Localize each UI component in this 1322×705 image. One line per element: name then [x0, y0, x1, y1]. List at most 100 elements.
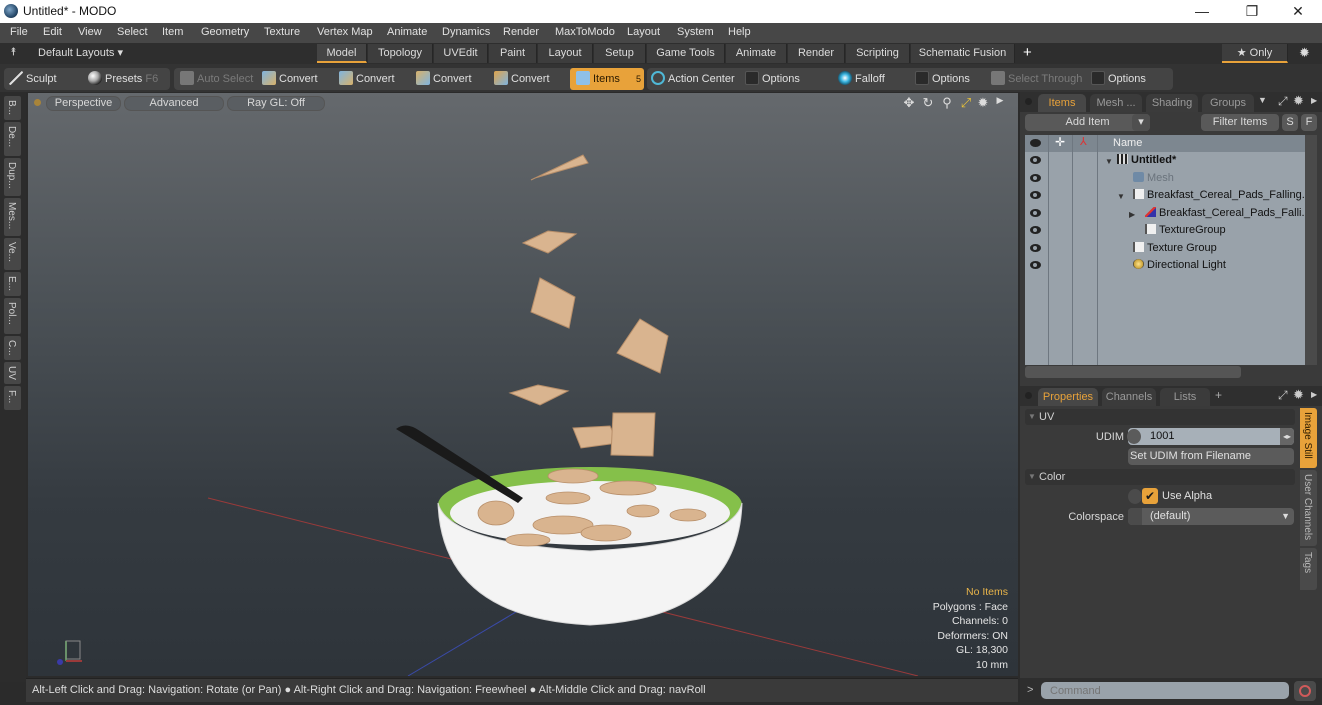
- add-item-dropdown-icon[interactable]: ▾: [1132, 114, 1150, 131]
- item-row-locator[interactable]: ▶ Breakfast_Cereal_Pads_Falli...: [1025, 205, 1311, 223]
- expand-triangle-icon[interactable]: ▼: [1117, 188, 1125, 205]
- expand-triangle-icon[interactable]: ▼: [1105, 153, 1113, 170]
- menu-geometry[interactable]: Geometry: [201, 26, 249, 38]
- item-list-scrollbar[interactable]: [1305, 135, 1317, 365]
- sculpt-button[interactable]: Sculpt: [9, 68, 57, 90]
- close-button[interactable]: ✕: [1278, 0, 1318, 23]
- presets-button[interactable]: Presets F6: [88, 68, 158, 90]
- left-tab-uv[interactable]: UV: [4, 362, 21, 384]
- tab-channels[interactable]: Channels: [1102, 388, 1156, 406]
- uv-section-header[interactable]: ▼ UV: [1025, 409, 1295, 425]
- add-layout-tab-button[interactable]: +: [1023, 44, 1032, 61]
- s-button[interactable]: S: [1282, 114, 1298, 131]
- panel-gear-icon[interactable]: ✹: [1293, 387, 1304, 403]
- side-tab-image-still[interactable]: Image Still: [1300, 408, 1317, 468]
- tab-schematic-fusion[interactable]: Schematic Fusion: [911, 44, 1015, 63]
- minimize-button[interactable]: —: [1182, 0, 1222, 23]
- item-row-texture-group[interactable]: Texture Group: [1025, 240, 1305, 258]
- collapse-triangle-icon[interactable]: ▶: [1129, 206, 1135, 223]
- use-alpha-checkbox[interactable]: ✔: [1142, 488, 1158, 504]
- panel-gear-icon[interactable]: ✹: [1293, 93, 1304, 109]
- menu-help[interactable]: Help: [728, 26, 751, 38]
- colorspace-dropdown[interactable]: (default) ▼: [1128, 508, 1294, 525]
- tab-groups[interactable]: Groups: [1202, 94, 1254, 112]
- name-column-header[interactable]: Name: [1113, 137, 1142, 149]
- tab-render[interactable]: Render: [788, 44, 845, 63]
- menu-file[interactable]: File: [10, 26, 28, 38]
- menu-maxtomodo[interactable]: MaxToModo: [555, 26, 615, 38]
- side-tab-tags[interactable]: Tags: [1300, 548, 1317, 590]
- select-through-button[interactable]: Select Through: [991, 68, 1082, 90]
- command-record-button[interactable]: [1294, 681, 1316, 701]
- udim-stepper-arrows-icon[interactable]: ◂▸: [1280, 428, 1294, 445]
- tab-scripting[interactable]: Scripting: [846, 44, 910, 63]
- panel-expand-icon[interactable]: ⤢: [1278, 388, 1288, 403]
- restore-button[interactable]: ❐: [1232, 0, 1272, 23]
- tab-properties[interactable]: Properties: [1038, 388, 1098, 406]
- filter-items-button[interactable]: Filter Items: [1201, 114, 1279, 131]
- left-tab-basic[interactable]: B...: [4, 96, 21, 120]
- use-alpha-anim-dot-icon[interactable]: [1128, 489, 1142, 504]
- visibility-eye-icon[interactable]: [1030, 173, 1041, 182]
- left-tab-deform[interactable]: De...: [4, 122, 21, 156]
- side-tab-user-channels[interactable]: User Channels: [1300, 470, 1317, 546]
- menu-render[interactable]: Render: [503, 26, 539, 38]
- item-row-group[interactable]: ▼ Breakfast_Cereal_Pads_Falling...: [1025, 187, 1311, 205]
- panel-expand-icon[interactable]: ⤢: [1278, 94, 1288, 109]
- visibility-eye-icon[interactable]: [1030, 243, 1041, 252]
- items-mode-button[interactable]: Items 5: [570, 68, 644, 90]
- item-row-scene[interactable]: ▼ Untitled*: [1025, 152, 1305, 170]
- tab-mesh[interactable]: Mesh ...: [1090, 94, 1142, 112]
- item-row-light[interactable]: Directional Light: [1025, 257, 1305, 275]
- add-tab-button[interactable]: +: [1215, 388, 1222, 402]
- left-tab-mesh-edit[interactable]: Mes...: [4, 198, 21, 236]
- item-row-texturegroup[interactable]: TextureGroup: [1025, 222, 1305, 240]
- menu-dynamics[interactable]: Dynamics: [442, 26, 490, 38]
- menu-texture[interactable]: Texture: [264, 26, 300, 38]
- panel-more-arrow-icon[interactable]: ▶: [1311, 96, 1317, 105]
- visibility-eye-icon[interactable]: [1030, 261, 1041, 269]
- menu-select[interactable]: Select: [117, 26, 148, 38]
- 3d-viewport[interactable]: Perspective Advanced Ray GL: Off ✥ ↻ ⚲ ⤢…: [28, 93, 1018, 676]
- tab-paint[interactable]: Paint: [489, 44, 537, 63]
- menu-edit[interactable]: Edit: [43, 26, 62, 38]
- tab-model[interactable]: Model: [317, 44, 367, 63]
- tab-topology[interactable]: Topology: [368, 44, 433, 63]
- tab-layout[interactable]: Layout: [538, 44, 593, 63]
- udim-field[interactable]: 1001 ◂▸: [1127, 428, 1294, 445]
- tabs-dropdown-icon[interactable]: ▼: [1258, 95, 1267, 105]
- color-section-header[interactable]: ▼ Color: [1025, 469, 1295, 485]
- convert-edges-button[interactable]: Convert: [339, 68, 395, 90]
- action-center-options-button[interactable]: Options: [745, 68, 800, 90]
- tab-game-tools[interactable]: Game Tools: [647, 44, 725, 63]
- udim-anim-dot-icon[interactable]: [1127, 429, 1141, 444]
- layout-settings-gear-icon[interactable]: ✹: [1299, 45, 1310, 61]
- panel-more-arrow-icon[interactable]: ▶: [1311, 390, 1317, 399]
- left-tab-duplicate[interactable]: Dup...: [4, 158, 21, 196]
- menu-layout[interactable]: Layout: [627, 26, 660, 38]
- convert-vertices-button[interactable]: Convert: [262, 68, 318, 90]
- menu-vertex-map[interactable]: Vertex Map: [317, 26, 373, 38]
- visibility-eye-icon[interactable]: [1030, 191, 1041, 199]
- item-row-mesh[interactable]: Mesh: [1025, 170, 1305, 188]
- panel-menu-dot-icon[interactable]: [1025, 98, 1032, 105]
- visibility-eye-icon[interactable]: [1030, 156, 1041, 164]
- tab-lists[interactable]: Lists: [1160, 388, 1210, 406]
- left-tab-polygon[interactable]: Pol...: [4, 298, 21, 334]
- menu-animate[interactable]: Animate: [387, 26, 427, 38]
- convert-polygons-button[interactable]: Convert: [416, 68, 472, 90]
- left-tab-edge[interactable]: E...: [4, 272, 21, 296]
- set-udim-from-filename-button[interactable]: Set UDIM from Filename: [1128, 448, 1294, 465]
- falloff-options-button[interactable]: Options: [915, 68, 970, 90]
- menu-view[interactable]: View: [78, 26, 102, 38]
- tab-items[interactable]: Items: [1038, 94, 1086, 112]
- menu-item[interactable]: Item: [162, 26, 183, 38]
- left-tab-curve[interactable]: C...: [4, 336, 21, 360]
- command-input[interactable]: [1041, 682, 1289, 699]
- tab-shading[interactable]: Shading: [1146, 94, 1198, 112]
- layout-expand-icon[interactable]: ⯭: [10, 46, 17, 59]
- select-through-options-button[interactable]: Options: [1091, 68, 1146, 90]
- visibility-eye-icon[interactable]: [1030, 226, 1041, 234]
- falloff-button[interactable]: Falloff: [838, 68, 885, 90]
- left-tab-vertex[interactable]: Ve...: [4, 238, 21, 270]
